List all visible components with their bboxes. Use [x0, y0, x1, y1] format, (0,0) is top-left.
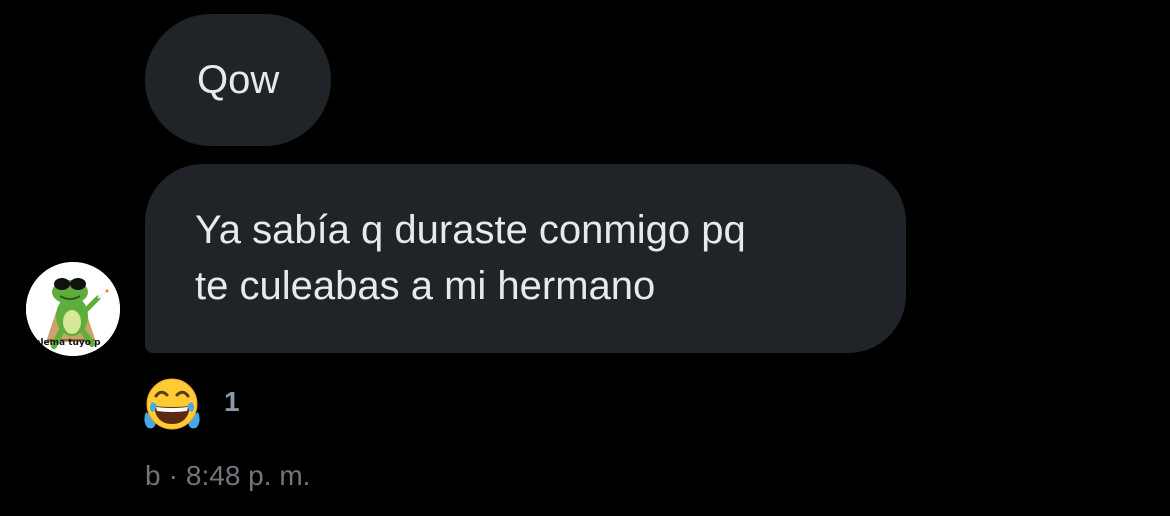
reaction-pill[interactable]: 1 — [142, 376, 240, 432]
timestamp: 8:48 p. m. — [185, 460, 311, 491]
avatar[interactable]: blema tuyo p — [26, 262, 120, 356]
sender-label: b — [145, 460, 161, 491]
meta-separator: · — [168, 460, 178, 491]
message-text: Qow — [197, 58, 280, 102]
message-bubble[interactable]: Ya sabía q duraste conmigo pq te culeaba… — [145, 164, 906, 353]
message-bubble[interactable]: Qow — [145, 14, 332, 146]
message-meta: b · 8:48 p. m. — [145, 460, 310, 492]
reaction-count: 1 — [224, 386, 240, 417]
message-text-line: Ya sabía q duraste conmigo pq — [195, 208, 746, 252]
message-text-line: te culeabas a mi hermano — [195, 264, 656, 308]
face-with-tears-of-joy-icon — [144, 378, 200, 430]
dm-conversation: Qow Ya sabía q duraste conmigo pq te cul… — [0, 0, 1170, 516]
avatar-caption: blema tuyo p — [34, 338, 101, 348]
